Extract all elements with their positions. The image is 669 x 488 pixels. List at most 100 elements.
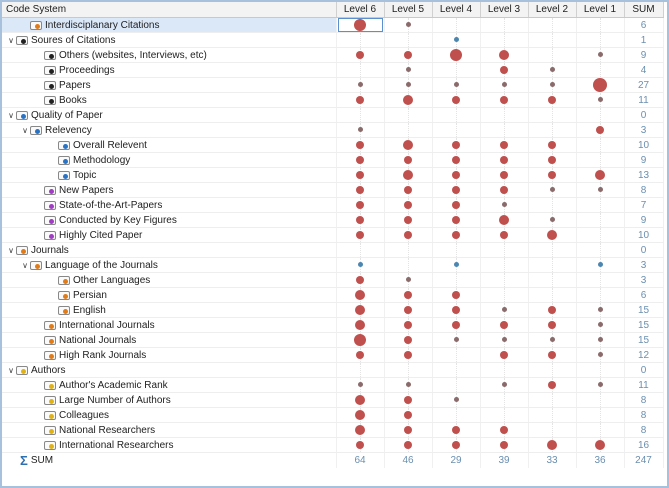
matrix-cell[interactable] [480,152,529,168]
matrix-cell[interactable] [528,302,577,318]
matrix-cell[interactable] [336,407,385,423]
matrix-cell[interactable] [432,32,481,48]
header-sum[interactable]: SUM [624,2,664,18]
code-row[interactable]: Other Languages 3 [2,272,664,288]
matrix-cell[interactable] [384,17,433,33]
code-name-cell[interactable]: International Researchers [2,437,337,453]
matrix-cell[interactable] [432,137,481,153]
matrix-cell[interactable] [384,137,433,153]
matrix-cell[interactable] [432,257,481,273]
code-row[interactable]: ∨ Authors 0 [2,362,664,378]
matrix-cell[interactable] [576,197,625,213]
code-name-cell[interactable]: ∨ Journals [2,242,337,258]
matrix-cell[interactable] [480,332,529,348]
matrix-cell[interactable] [576,272,625,288]
matrix-cell[interactable] [384,377,433,393]
code-name-cell[interactable]: Highly Cited Paper [2,227,337,243]
code-name-cell[interactable]: International Journals [2,317,337,333]
code-row[interactable]: New Papers 8 [2,182,664,198]
matrix-cell[interactable] [528,362,577,378]
matrix-cell[interactable] [528,197,577,213]
matrix-cell[interactable] [576,347,625,363]
matrix-cell[interactable] [480,62,529,78]
matrix-cell[interactable] [576,137,625,153]
matrix-cell[interactable] [432,167,481,183]
matrix-cell[interactable] [384,32,433,48]
matrix-cell[interactable] [528,272,577,288]
matrix-cell[interactable] [576,182,625,198]
matrix-cell[interactable] [480,182,529,198]
header-level-5[interactable]: Level 5 [384,2,433,18]
matrix-cell[interactable] [528,332,577,348]
matrix-cell[interactable] [528,227,577,243]
matrix-cell[interactable] [336,137,385,153]
code-name-cell[interactable]: National Journals [2,332,337,348]
matrix-cell[interactable] [576,17,625,33]
matrix-cell[interactable] [384,77,433,93]
matrix-cell[interactable] [480,242,529,258]
code-name-cell[interactable]: Conducted by Key Figures [2,212,337,228]
code-name-cell[interactable]: Other Languages [2,272,337,288]
matrix-cell[interactable] [336,47,385,63]
code-name-cell[interactable]: State-of-the-Art-Papers [2,197,337,213]
matrix-cell[interactable] [432,362,481,378]
header-level-4[interactable]: Level 4 [432,2,481,18]
matrix-cell[interactable] [384,317,433,333]
matrix-cell[interactable] [336,317,385,333]
matrix-cell[interactable] [384,332,433,348]
matrix-cell[interactable] [528,257,577,273]
code-row[interactable]: High Rank Journals 12 [2,347,664,363]
code-name-cell[interactable]: Methodology [2,152,337,168]
code-row[interactable]: Papers 27 [2,77,664,93]
code-row[interactable]: Author's Academic Rank 11 [2,377,664,393]
code-name-cell[interactable]: National Researchers [2,422,337,438]
matrix-cell[interactable] [336,197,385,213]
matrix-cell[interactable] [432,17,481,33]
code-name-cell[interactable]: Proceedings [2,62,337,78]
matrix-cell[interactable] [480,227,529,243]
matrix-cell[interactable] [528,287,577,303]
code-row[interactable]: Topic 13 [2,167,664,183]
matrix-cell[interactable] [384,392,433,408]
matrix-cell[interactable] [480,302,529,318]
matrix-cell[interactable] [576,437,625,453]
matrix-cell[interactable] [576,422,625,438]
matrix-cell[interactable] [384,257,433,273]
code-row[interactable]: ∨ Quality of Paper 0 [2,107,664,123]
code-row[interactable]: International Journals 15 [2,317,664,333]
matrix-cell[interactable] [528,77,577,93]
matrix-cell[interactable] [432,152,481,168]
matrix-cell[interactable] [432,77,481,93]
matrix-cell[interactable] [480,422,529,438]
code-name-cell[interactable]: Interdisciplanary Citations [2,17,337,33]
code-name-cell[interactable]: ∨ Language of the Journals [2,257,337,273]
matrix-cell[interactable] [432,47,481,63]
matrix-cell[interactable] [432,227,481,243]
code-row[interactable]: National Researchers 8 [2,422,664,438]
code-name-cell[interactable]: English [2,302,337,318]
code-name-cell[interactable]: Persian [2,287,337,303]
chevron-down-icon[interactable]: ∨ [20,261,30,270]
matrix-cell[interactable] [336,242,385,258]
chevron-down-icon[interactable]: ∨ [20,126,30,135]
matrix-cell[interactable] [576,107,625,123]
matrix-cell[interactable] [528,212,577,228]
header-level-1[interactable]: Level 1 [576,2,625,18]
matrix-cell[interactable] [480,32,529,48]
matrix-cell[interactable] [576,362,625,378]
matrix-cell[interactable] [384,362,433,378]
matrix-cell[interactable] [336,92,385,108]
matrix-cell[interactable] [480,167,529,183]
code-name-cell[interactable]: Books [2,92,337,108]
code-row[interactable]: Interdisciplanary Citations 6 [2,17,664,33]
code-row[interactable]: Large Number of Authors 8 [2,392,664,408]
matrix-cell[interactable] [384,227,433,243]
code-row[interactable]: English 15 [2,302,664,318]
matrix-cell[interactable] [528,437,577,453]
matrix-cell[interactable] [528,122,577,138]
matrix-cell[interactable] [480,377,529,393]
matrix-cell[interactable] [576,47,625,63]
matrix-cell[interactable] [384,182,433,198]
matrix-cell[interactable] [528,407,577,423]
chevron-down-icon[interactable]: ∨ [6,366,16,375]
